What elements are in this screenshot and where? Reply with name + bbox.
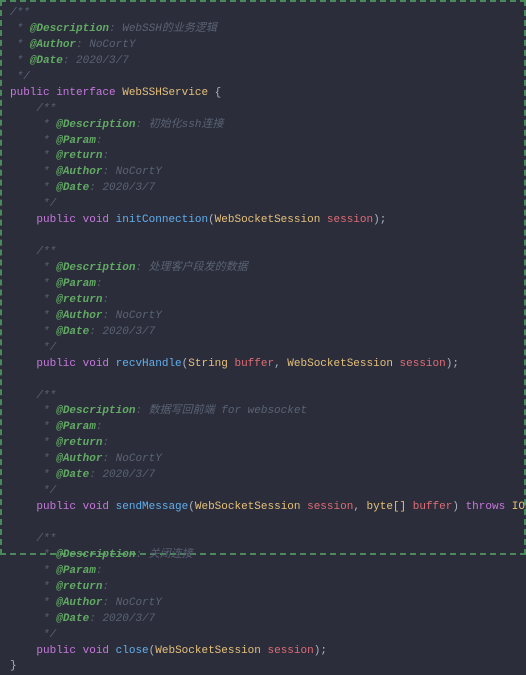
comment-line: * @Author: NoCortY bbox=[10, 452, 516, 468]
comment-line: * @Param: bbox=[10, 134, 516, 150]
comment-line: /** bbox=[10, 389, 516, 405]
comment-line: /** bbox=[10, 102, 516, 118]
comment-line: * @Author: NoCortY bbox=[10, 38, 516, 54]
comment-line: */ bbox=[10, 70, 516, 86]
comment-line: * @Date: 2020/3/7 bbox=[10, 54, 516, 70]
comment-line: * @Date: 2020/3/7 bbox=[10, 181, 516, 197]
blank-line bbox=[10, 516, 516, 532]
comment-line: * @Author: NoCortY bbox=[10, 165, 516, 181]
comment-line: * @return: bbox=[10, 293, 516, 309]
comment-line: * @Description: WebSSH的业务逻辑 bbox=[10, 22, 516, 38]
comment-line: * @Author: NoCortY bbox=[10, 309, 516, 325]
comment-line: */ bbox=[10, 628, 516, 644]
comment-line: * @Param: bbox=[10, 277, 516, 293]
blank-line bbox=[10, 229, 516, 245]
method-declaration: public void sendMessage(WebSocketSession… bbox=[10, 500, 516, 516]
comment-line: /** bbox=[10, 245, 516, 261]
comment-line: /** bbox=[10, 532, 516, 548]
comment-line: * @Description: 数据写回前端 for websocket bbox=[10, 404, 516, 420]
comment-line: * @return: bbox=[10, 149, 516, 165]
comment-line: * @Description: 关闭连接 bbox=[10, 548, 516, 564]
comment-line: * @Description: 处理客户段发的数据 bbox=[10, 261, 516, 277]
comment-line: * @return: bbox=[10, 436, 516, 452]
comment-line: */ bbox=[10, 484, 516, 500]
comment-line: * @return: bbox=[10, 580, 516, 596]
method-declaration: public void initConnection(WebSocketSess… bbox=[10, 213, 516, 229]
comment-line: * @Date: 2020/3/7 bbox=[10, 468, 516, 484]
method-declaration: public void recvHandle(String buffer, We… bbox=[10, 357, 516, 373]
comment-line: * @Param: bbox=[10, 420, 516, 436]
comment-line: */ bbox=[10, 341, 516, 357]
comment-line: * @Param: bbox=[10, 564, 516, 580]
comment-line: * @Author: NoCortY bbox=[10, 596, 516, 612]
comment-line: */ bbox=[10, 197, 516, 213]
comment-line: * @Date: 2020/3/7 bbox=[10, 612, 516, 628]
comment-line: * @Description: 初始化ssh连接 bbox=[10, 118, 516, 134]
code-editor[interactable]: /** * @Description: WebSSH的业务逻辑 * @Autho… bbox=[10, 6, 516, 675]
method-declaration: public void close(WebSocketSession sessi… bbox=[10, 644, 516, 660]
class-declaration: public interface WebSSHService { bbox=[10, 86, 516, 102]
comment-line: /** bbox=[10, 6, 516, 22]
blank-line bbox=[10, 373, 516, 389]
class-close: } bbox=[10, 659, 516, 675]
comment-line: * @Date: 2020/3/7 bbox=[10, 325, 516, 341]
